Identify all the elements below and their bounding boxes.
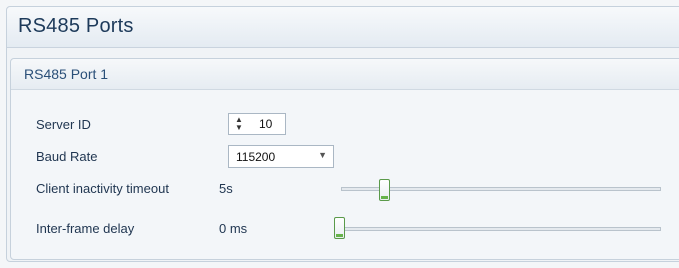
spinner-arrows-icon[interactable]: ▲ ▼ [234,116,244,132]
inter-frame-delay-value: 0 ms [219,221,248,236]
chevron-down-icon[interactable]: ▼ [318,150,327,160]
rs485-ports-title: RS485 Ports [18,15,134,37]
client-inactivity-timeout-slider-thumb[interactable] [379,179,391,201]
inter-frame-delay-slider-track[interactable] [334,227,661,231]
baud-rate-select[interactable]: 115200 ▼ [228,145,334,168]
rs485-port-1-title: RS485 Port 1 [24,66,109,82]
inter-frame-delay-label: Inter-frame delay [36,221,135,236]
server-id-label: Server ID [36,117,91,132]
inter-frame-delay-slider-thumb[interactable] [334,217,345,239]
baud-rate-value[interactable]: 115200 [236,150,275,164]
client-inactivity-timeout-value: 5s [219,181,233,196]
baud-rate-label: Baud Rate [36,149,98,164]
rs485-port-1-header: RS485 Port 1 [11,59,679,90]
server-id-value[interactable]: 10 [259,117,272,131]
client-inactivity-timeout-label: Client inactivity timeout [36,181,169,196]
server-id-spinner[interactable]: ▲ ▼ 10 [228,113,286,135]
rs485-ports-header: RS485 Ports [7,7,679,48]
